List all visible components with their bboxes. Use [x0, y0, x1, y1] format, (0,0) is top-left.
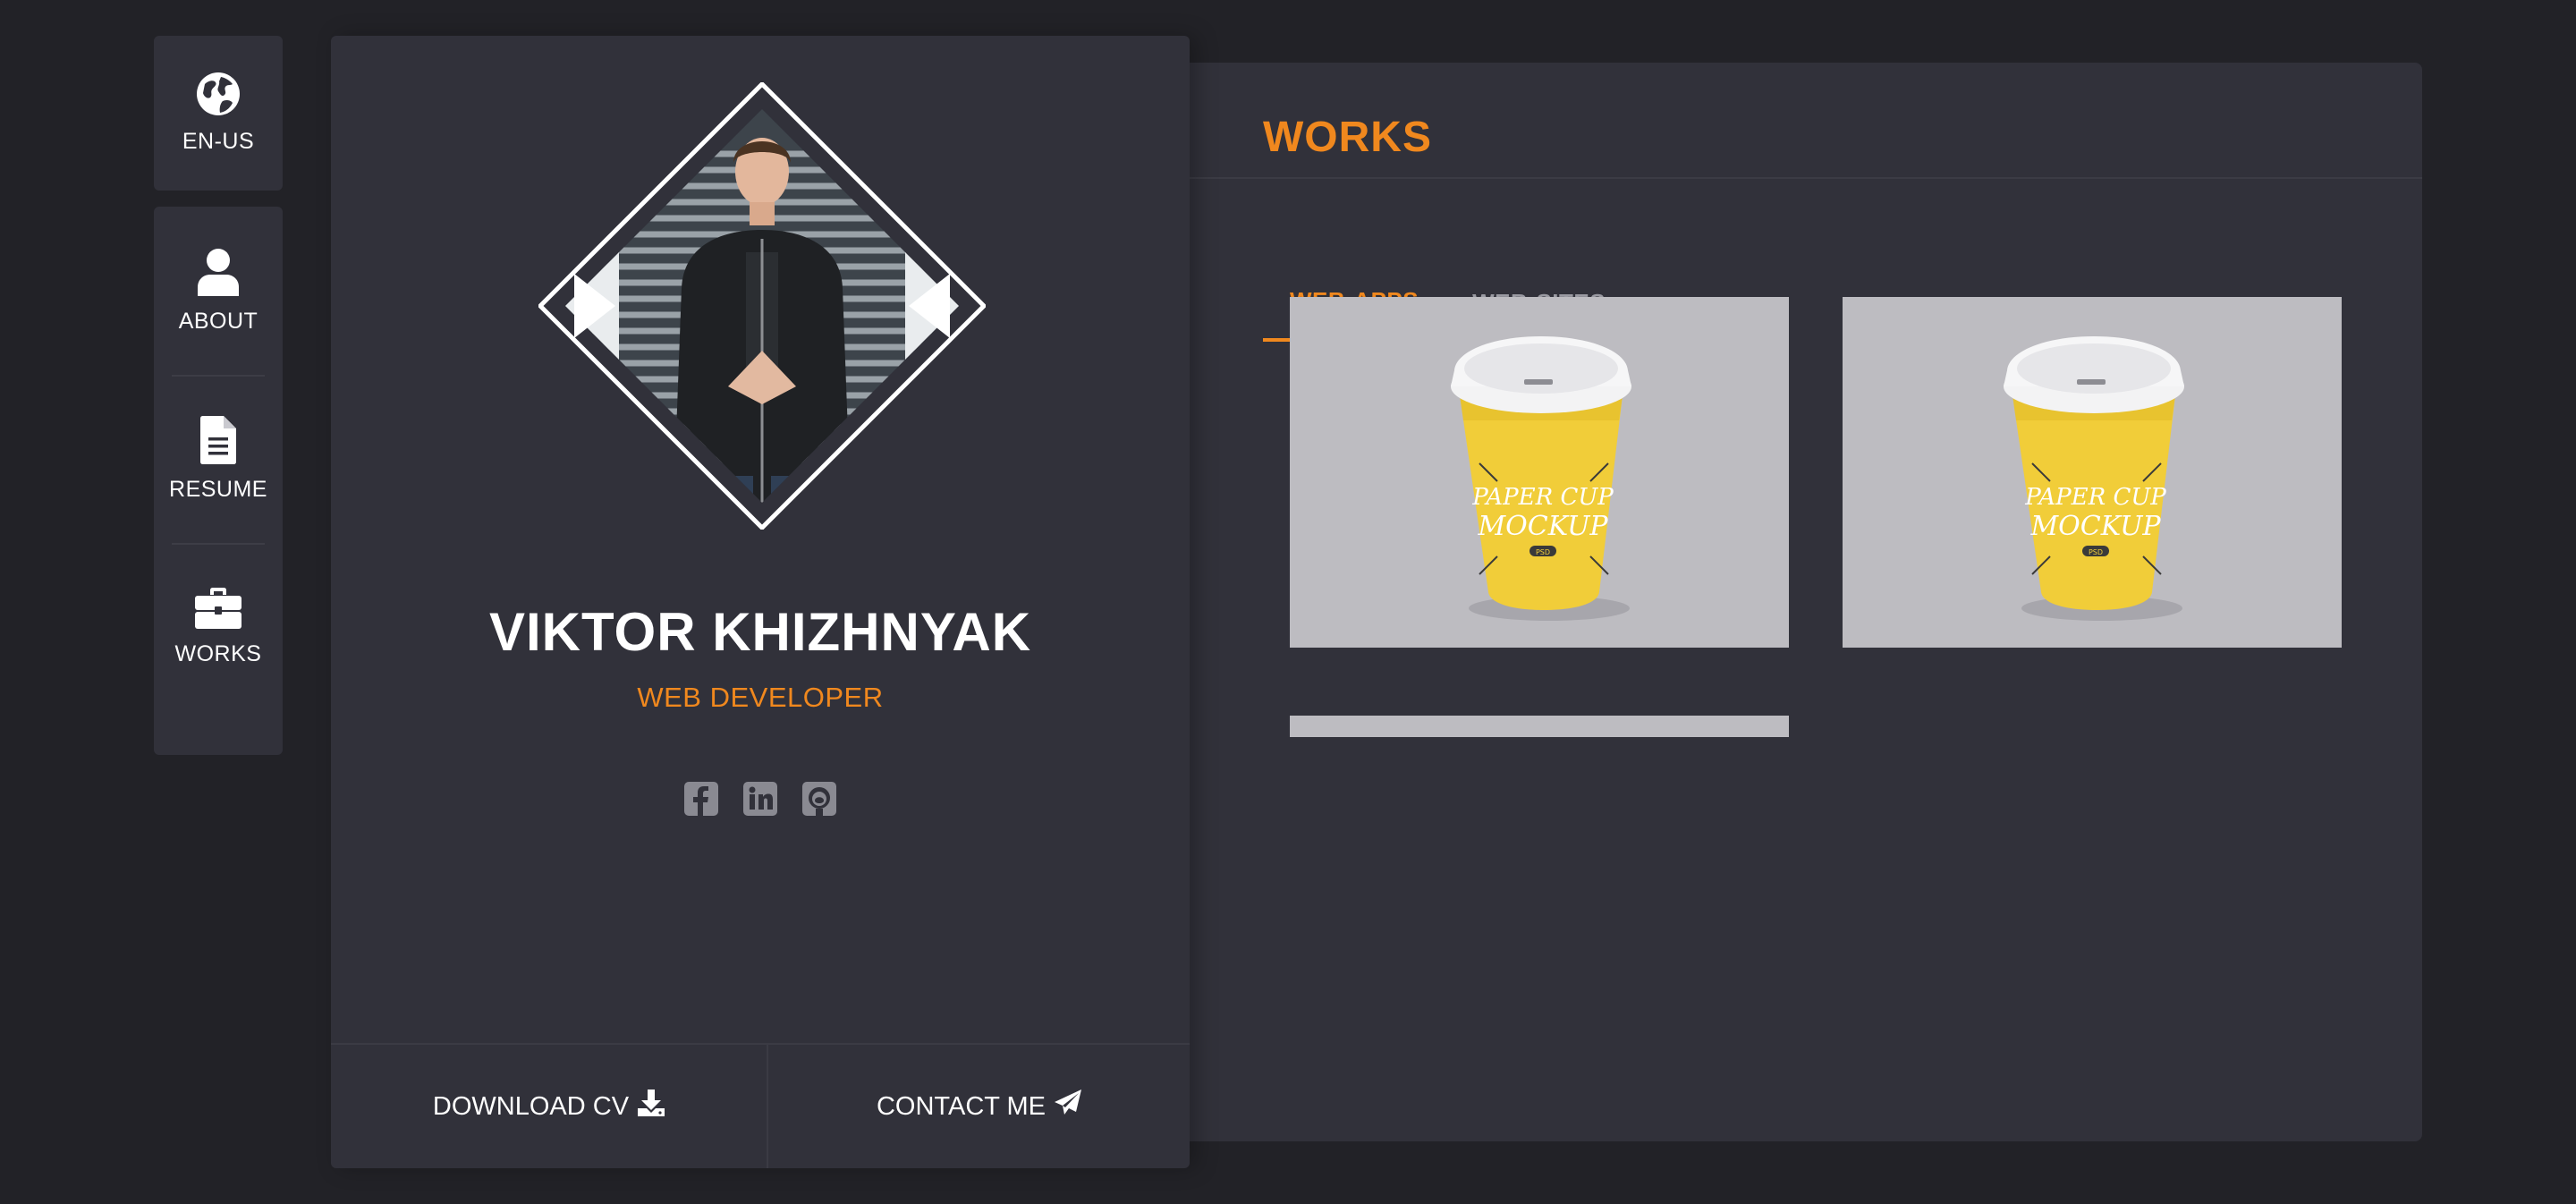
- works-title: WORKS: [1263, 114, 1432, 161]
- language-selector[interactable]: EN-US: [154, 36, 283, 191]
- nav-item-works[interactable]: WORKS: [154, 543, 283, 711]
- github-icon[interactable]: [802, 782, 836, 816]
- work-card[interactable]: PAPER CUP MOCKUP PSD: [1290, 297, 1789, 648]
- download-icon: [638, 1090, 665, 1123]
- nav-label-works: WORKS: [174, 640, 262, 666]
- facebook-icon[interactable]: [684, 782, 718, 816]
- language-panel: EN-US: [154, 36, 283, 191]
- nav-label-resume: RESUME: [169, 476, 267, 502]
- nav-item-resume[interactable]: RESUME: [154, 375, 283, 543]
- briefcase-icon: [195, 587, 242, 629]
- mockup-text-line-1: PAPER CUP: [1471, 484, 1614, 511]
- mockup-badge: PSD: [2089, 548, 2103, 556]
- nav-label-about: ABOUT: [178, 308, 258, 334]
- mockup-text-line-2: MOCKUP: [2029, 511, 2161, 542]
- cup-mockup-image: PAPER CUP MOCKUP PSD: [2004, 336, 2184, 621]
- works-panel: WORKS WEB-APPS WEB-SITES PAPER CUP MOCKU…: [1190, 63, 2422, 1141]
- profile-card-footer: DOWNLOAD CV CONTACT ME: [331, 1043, 1190, 1168]
- document-icon: [200, 415, 236, 464]
- cup-mockup-image: PAPER CUP MOCKUP PSD: [1451, 336, 1631, 621]
- works-header: WORKS: [1190, 63, 2422, 179]
- download-cv-button[interactable]: DOWNLOAD CV: [331, 1045, 767, 1168]
- contact-me-label: CONTACT ME: [876, 1091, 1046, 1121]
- main-nav: ABOUT RESUME WORKS: [154, 207, 283, 755]
- social-links: [331, 782, 1190, 816]
- mockup-text-line-1: PAPER CUP: [2024, 484, 2166, 511]
- work-card[interactable]: [1290, 716, 1789, 737]
- download-cv-label: DOWNLOAD CV: [432, 1091, 630, 1121]
- paper-plane-icon: [1055, 1090, 1082, 1123]
- nav-item-about[interactable]: ABOUT: [154, 207, 283, 375]
- contact-me-button[interactable]: CONTACT ME: [767, 1045, 1190, 1168]
- mockup-text-line-2: MOCKUP: [1477, 511, 1608, 542]
- language-label: EN-US: [182, 129, 255, 154]
- user-icon: [198, 248, 239, 296]
- profile-name: VIKTOR KHIZHNYAK: [488, 602, 1032, 662]
- linkedin-icon[interactable]: [743, 782, 777, 816]
- profile-role: WEB DEVELOPER: [637, 682, 884, 713]
- avatar: [538, 82, 986, 530]
- globe-icon: [196, 72, 241, 116]
- mockup-badge: PSD: [1536, 548, 1550, 556]
- profile-card: VIKTOR KHIZHNYAK WEB DEVELOPER DOWNLOAD …: [331, 36, 1190, 1168]
- work-card[interactable]: PAPER CUP MOCKUP PSD: [1843, 297, 2342, 648]
